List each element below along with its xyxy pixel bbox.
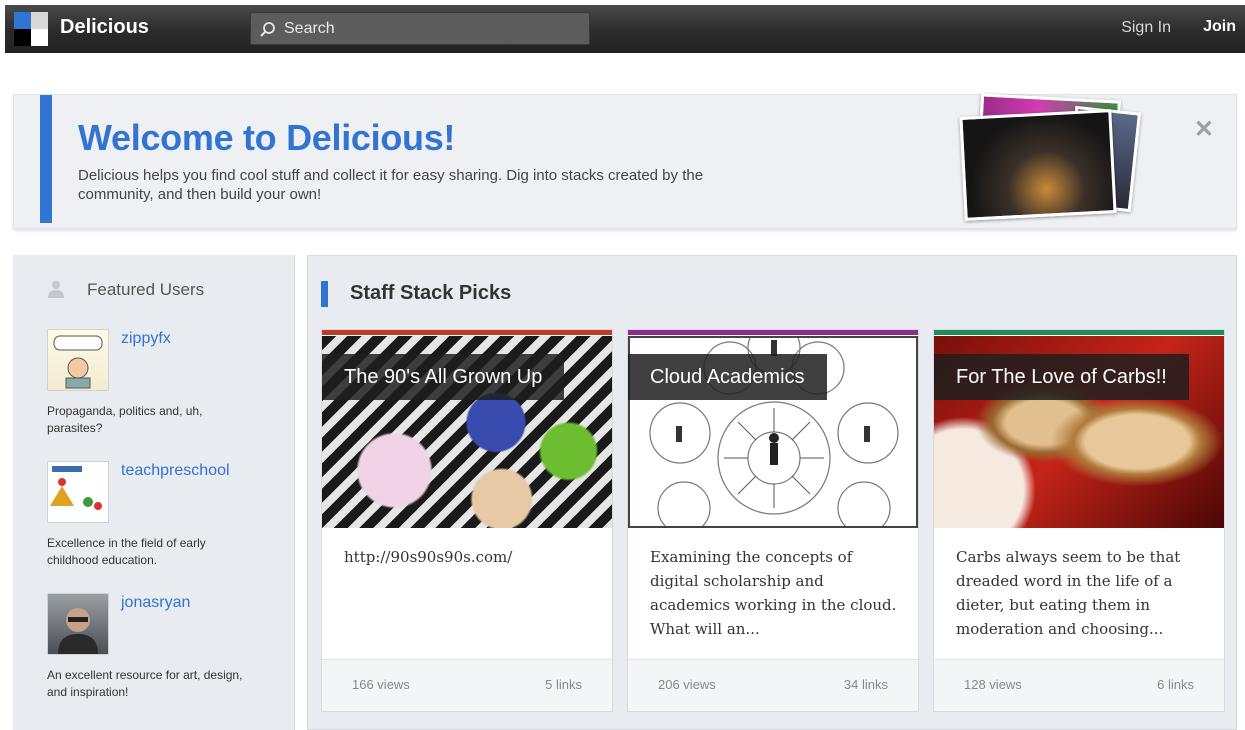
stack-stats: 128 views 6 links (934, 659, 1224, 711)
views-count: 166 views (352, 677, 410, 692)
avatar[interactable] (47, 329, 109, 391)
photo-stack-image (950, 93, 1150, 225)
card-color-strip (934, 330, 1224, 335)
photo-city-night (959, 109, 1117, 221)
sign-in-link[interactable]: Sign In (1121, 19, 1171, 37)
section-accent-bar (321, 281, 328, 307)
avatar[interactable] (47, 593, 109, 655)
views-count: 128 views (964, 677, 1022, 692)
stack-title[interactable]: For The Love of Carbs!! (934, 354, 1189, 400)
stack-title[interactable]: The 90's All Grown Up (322, 354, 565, 400)
delicious-logo[interactable] (14, 12, 48, 46)
close-icon[interactable]: ✕ (1194, 115, 1214, 144)
user-description: An excellent resource for art, design, a… (47, 668, 243, 699)
welcome-title: Welcome to Delicious! (78, 117, 456, 158)
stack-card[interactable]: For The Love of Carbs!! Carbs always see… (933, 329, 1225, 712)
staff-stack-picks-section: Staff Stack Picks The 90's All Grown Up … (307, 255, 1237, 730)
stack-card[interactable]: Cloud Academics Examining the concepts o… (627, 329, 919, 712)
stack-stats: 166 views 5 links (322, 659, 612, 711)
links-count: 6 links (1157, 677, 1194, 692)
stack-description: http://90s90s90s.com/ (344, 548, 513, 566)
logo-black-square (14, 29, 31, 46)
user-name-link[interactable]: zippyfx (121, 330, 171, 348)
links-count: 5 links (545, 677, 582, 692)
search-placeholder: Search (284, 20, 335, 37)
top-navigation-bar: Delicious Search Sign In Join (5, 5, 1245, 53)
user-description: Propaganda, politics and, uh, parasites? (47, 404, 203, 435)
links-count: 34 links (843, 677, 888, 692)
avatar[interactable] (47, 461, 109, 523)
user-name-link[interactable]: teachpreschool (121, 462, 230, 480)
join-link[interactable]: Join (1203, 18, 1236, 36)
user-icon (48, 281, 64, 298)
stack-title[interactable]: Cloud Academics (628, 354, 827, 400)
teach-preschool-logo-icon (50, 466, 102, 510)
search-input[interactable]: Search (250, 12, 590, 45)
logo-white-square (31, 29, 48, 46)
brand-name[interactable]: Delicious (60, 16, 149, 39)
user-name-link[interactable]: jonasryan (121, 594, 190, 612)
welcome-accent-bar (40, 95, 52, 223)
logo-blue-square (14, 12, 31, 29)
stack-card[interactable]: The 90's All Grown Up http://90s90s90s.c… (321, 329, 613, 712)
welcome-banner: Welcome to Delicious! Delicious helps yo… (13, 93, 1237, 229)
profile-photo-icon (58, 608, 98, 654)
card-color-strip (628, 330, 918, 335)
card-color-strip (322, 330, 612, 335)
stack-description: Carbs always seem to be that dreaded wor… (956, 548, 1181, 638)
logo-grey-square (31, 12, 48, 29)
search-icon (260, 22, 275, 37)
welcome-description: Delicious helps you find cool stuff and … (78, 167, 704, 203)
section-title: Staff Stack Picks (350, 282, 512, 304)
stack-stats: 206 views 34 links (628, 659, 918, 711)
user-description: Excellence in the field of early childho… (47, 536, 206, 567)
stack-description: Examining the concepts of digital schola… (650, 548, 897, 638)
views-count: 206 views (658, 677, 716, 692)
featured-users-title: Featured Users (87, 280, 205, 299)
featured-users-sidebar: Featured Users zippyfx Propaganda, polit… (13, 255, 295, 730)
cartoon-avatar-icon (53, 335, 103, 389)
